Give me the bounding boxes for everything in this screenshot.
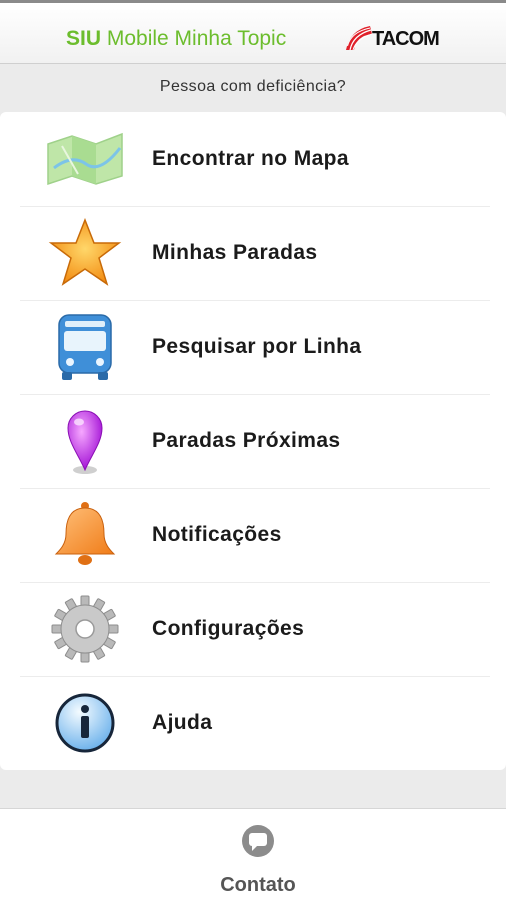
main-menu: Encontrar no Mapa Minhas Paradas Pesquis… bbox=[0, 112, 506, 770]
info-icon bbox=[42, 688, 128, 758]
chat-bubble-icon bbox=[240, 823, 276, 859]
app-title: SIU Mobile Minha Topic bbox=[66, 27, 286, 51]
app-title-strong: SIU bbox=[66, 27, 102, 50]
menu-item-label: Notificações bbox=[152, 523, 282, 546]
app-title-rest: Mobile Minha Topic bbox=[101, 27, 287, 50]
footer-bar: Contato bbox=[0, 808, 506, 901]
menu-item-help[interactable]: Ajuda bbox=[20, 676, 490, 770]
menu-item-notifications[interactable]: Notificações bbox=[20, 488, 490, 583]
menu-item-label: Encontrar no Mapa bbox=[152, 147, 349, 170]
menu-item-label: Ajuda bbox=[152, 711, 213, 734]
menu-item-settings[interactable]: Configurações bbox=[20, 582, 490, 677]
menu-item-nearby-stops[interactable]: Paradas Próximas bbox=[20, 394, 490, 489]
menu-item-label: Configurações bbox=[152, 617, 305, 640]
bell-icon bbox=[42, 500, 128, 570]
star-icon bbox=[42, 218, 128, 288]
menu-item-search-by-line[interactable]: Pesquisar por Linha bbox=[20, 300, 490, 395]
menu-item-label: Paradas Próximas bbox=[152, 429, 341, 452]
bus-icon bbox=[42, 312, 128, 382]
accessibility-link[interactable]: Pessoa com deficiência? bbox=[0, 64, 506, 110]
map-icon bbox=[42, 124, 128, 194]
menu-item-label: Minhas Paradas bbox=[152, 241, 318, 264]
menu-item-find-on-map[interactable]: Encontrar no Mapa bbox=[20, 112, 490, 207]
menu-item-my-stops[interactable]: Minhas Paradas bbox=[20, 206, 490, 301]
tacom-logo: TACOM bbox=[344, 24, 452, 52]
contact-button[interactable]: Contato bbox=[193, 819, 323, 899]
app-header: SIU Mobile Minha Topic TACOM bbox=[0, 3, 506, 64]
contact-label: Contato bbox=[220, 874, 296, 896]
gear-icon bbox=[42, 594, 128, 664]
map-pin-icon bbox=[42, 406, 128, 476]
menu-item-label: Pesquisar por Linha bbox=[152, 335, 362, 358]
tacom-logo-mark-icon bbox=[346, 26, 373, 51]
tacom-logo-text: TACOM bbox=[372, 28, 440, 50]
